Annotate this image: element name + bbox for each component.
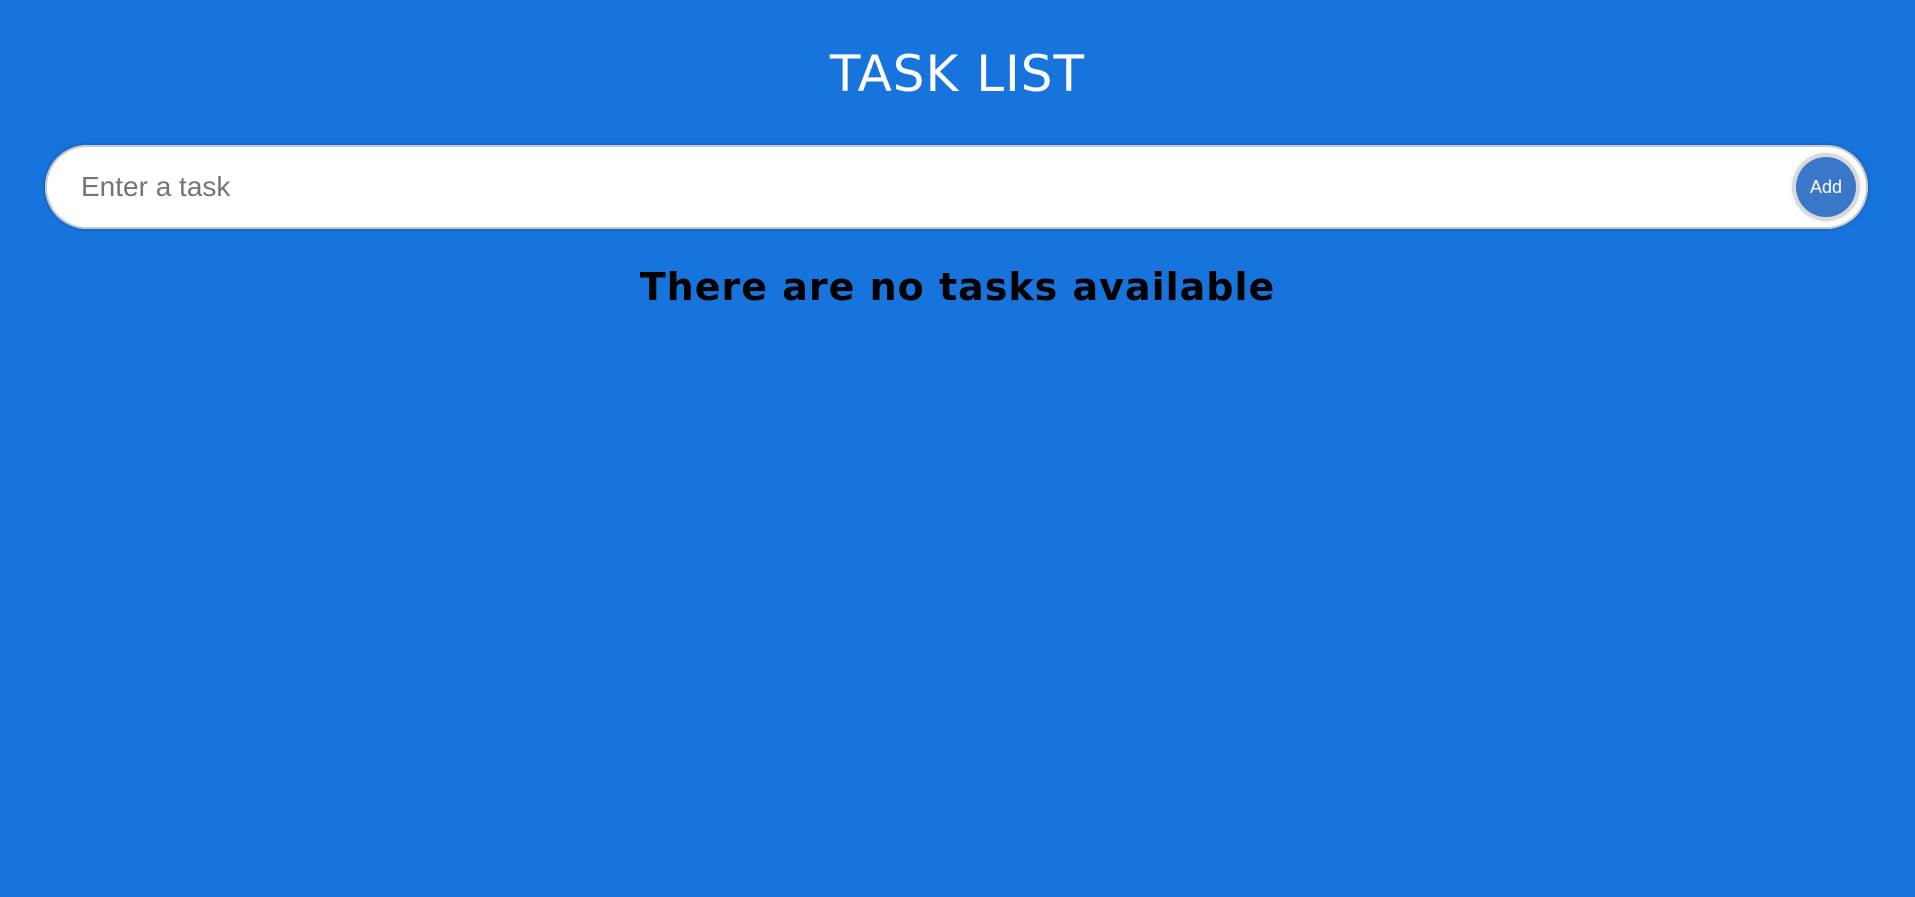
page-title: TASK LIST <box>829 45 1086 103</box>
add-task-button[interactable]: Add <box>1796 157 1856 217</box>
empty-tasks-message: There are no tasks available <box>639 265 1276 309</box>
task-input[interactable] <box>81 145 1801 229</box>
task-input-bar: Add <box>45 145 1868 229</box>
task-list-app: TASK LIST Add There are no tasks availab… <box>0 0 1915 897</box>
